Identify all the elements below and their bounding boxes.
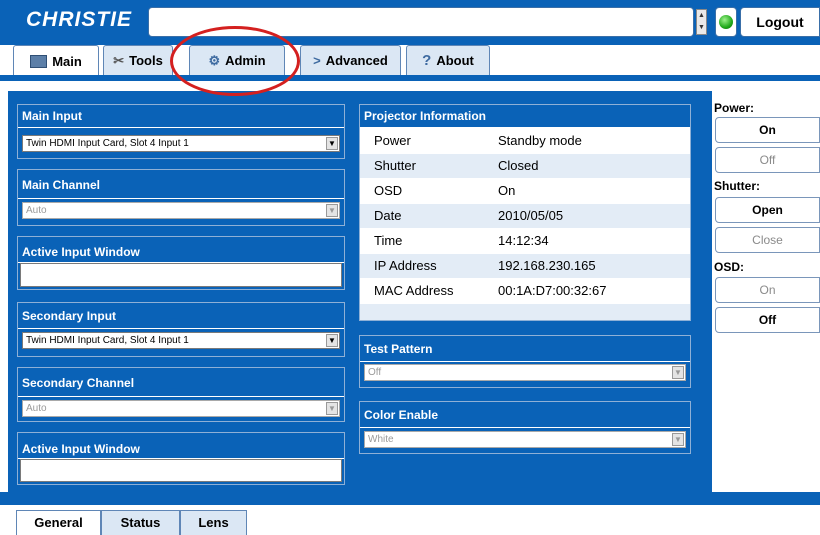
panel-title: Test Pattern — [360, 336, 690, 362]
info-row: MAC Address 00:1A:D7:00:32:67 — [360, 279, 690, 303]
panel-title: Secondary Channel — [18, 368, 344, 397]
color-enable-select[interactable]: White ▼ — [364, 431, 686, 448]
active-input-window-display — [20, 263, 342, 287]
tab-label: Main — [52, 53, 82, 69]
question-icon: ? — [422, 52, 432, 69]
info-value: 2010/05/05 — [498, 208, 564, 223]
dropdown-arrow-icon[interactable]: ▼ — [672, 366, 684, 379]
dropdown-arrow-icon[interactable]: ▼ — [326, 334, 338, 347]
select-value: Twin HDMI Input Card, Slot 4 Input 1 — [26, 335, 189, 346]
osd-label: OSD: — [714, 260, 744, 274]
info-key: Shutter — [374, 158, 416, 173]
active-input-window-panel-2: Active Input Window — [17, 432, 345, 485]
info-key: Power — [374, 133, 411, 148]
highlight-annotation-circle — [170, 26, 300, 96]
panel-title: Color Enable — [360, 402, 690, 428]
info-row: Shutter Closed — [360, 154, 690, 178]
select-value: Auto — [26, 205, 47, 216]
dropdown-arrow-icon[interactable]: ▼ — [326, 137, 338, 150]
tab-status[interactable]: Status — [101, 510, 180, 535]
green-light-icon — [719, 15, 733, 29]
info-row: Time 14:12:34 — [360, 229, 690, 253]
test-pattern-select[interactable]: Off ▼ — [364, 364, 686, 381]
panel-title: Active Input Window — [18, 433, 344, 459]
dropdown-arrow-icon[interactable]: ▼ — [672, 433, 684, 446]
info-key: MAC Address — [374, 283, 454, 298]
power-on-button[interactable]: On — [715, 117, 820, 143]
spin-down-icon[interactable]: ▼ — [697, 22, 706, 34]
logout-button[interactable]: Logout — [740, 7, 820, 37]
panel-title: Secondary Input — [18, 303, 344, 329]
connection-status-indicator — [715, 7, 737, 37]
secondary-input-select[interactable]: Twin HDMI Input Card, Slot 4 Input 1 ▼ — [22, 332, 340, 349]
christie-logo: CHRISTIE — [26, 8, 133, 31]
panel-title: Projector Information — [360, 105, 690, 128]
shutter-close-button[interactable]: Close — [715, 227, 820, 253]
tab-lens[interactable]: Lens — [180, 510, 247, 535]
select-value: Auto — [26, 403, 47, 414]
tools-icon: ✂ — [113, 52, 125, 68]
tab-strip-spacer — [0, 81, 820, 91]
active-input-window-display — [20, 459, 342, 482]
info-row: Date 2010/05/05 — [360, 204, 690, 228]
chevron-right-icon: > — [313, 53, 321, 68]
projector-information-panel: Projector Information Power Standby mode… — [359, 104, 691, 321]
scroll-spinner[interactable]: ▲ ▼ — [696, 9, 707, 35]
tab-general[interactable]: General — [16, 510, 101, 535]
info-value: On — [498, 183, 516, 198]
info-row: Power Standby mode — [360, 129, 690, 153]
panel-title: Active Input Window — [18, 237, 344, 263]
info-key: Date — [374, 208, 402, 223]
test-pattern-panel: Test Pattern Off ▼ — [359, 335, 691, 388]
panel-title: Main Input — [18, 105, 344, 128]
info-value: 192.168.230.165 — [498, 258, 596, 273]
spin-up-icon[interactable]: ▲ — [697, 10, 706, 22]
main-input-panel: Main Input Twin HDMI Input Card, Slot 4 … — [17, 104, 345, 159]
power-off-button[interactable]: Off — [715, 147, 820, 173]
secondary-channel-panel: Secondary Channel Auto ▼ — [17, 367, 345, 422]
main-channel-panel: Main Channel Auto ▼ — [17, 169, 345, 226]
dropdown-arrow-icon[interactable]: ▼ — [326, 204, 338, 217]
info-value: 00:1A:D7:00:32:67 — [498, 283, 607, 298]
info-value: 14:12:34 — [498, 233, 549, 248]
osd-off-button[interactable]: Off — [715, 307, 820, 333]
select-value: Off — [368, 367, 382, 378]
tab-tools[interactable]: ✂ Tools — [103, 45, 173, 75]
secondary-input-panel: Secondary Input Twin HDMI Input Card, Sl… — [17, 302, 345, 357]
info-key: Time — [374, 233, 403, 248]
shutter-label: Shutter: — [714, 179, 760, 193]
power-label: Power: — [714, 101, 755, 115]
osd-on-button[interactable]: On — [715, 277, 820, 303]
tab-about[interactable]: ? About — [406, 45, 490, 75]
tab-main[interactable]: Main — [13, 45, 99, 76]
tab-advanced[interactable]: > Advanced — [300, 45, 401, 75]
info-row: IP Address 192.168.230.165 — [360, 254, 690, 278]
dropdown-arrow-icon[interactable]: ▼ — [326, 402, 338, 415]
color-enable-panel: Color Enable White ▼ — [359, 401, 691, 454]
select-value: White — [368, 434, 394, 445]
shutter-open-button[interactable]: Open — [715, 197, 820, 223]
info-row: OSD On — [360, 179, 690, 203]
select-value: Twin HDMI Input Card, Slot 4 Input 1 — [26, 138, 189, 149]
info-key: IP Address — [374, 258, 437, 273]
info-value: Standby mode — [498, 133, 582, 148]
secondary-channel-select[interactable]: Auto ▼ — [22, 400, 340, 417]
active-input-window-panel-1: Active Input Window — [17, 236, 345, 290]
tab-label: About — [436, 53, 474, 68]
monitor-icon — [30, 54, 48, 68]
tab-label: Advanced — [325, 53, 388, 68]
info-row-empty — [360, 304, 690, 320]
info-value: Closed — [498, 158, 539, 173]
main-input-select[interactable]: Twin HDMI Input Card, Slot 4 Input 1 ▼ — [22, 135, 340, 152]
info-key: OSD — [374, 183, 403, 198]
panel-title: Main Channel — [18, 170, 344, 199]
main-channel-select[interactable]: Auto ▼ — [22, 202, 340, 219]
tab-label: Tools — [129, 53, 163, 68]
